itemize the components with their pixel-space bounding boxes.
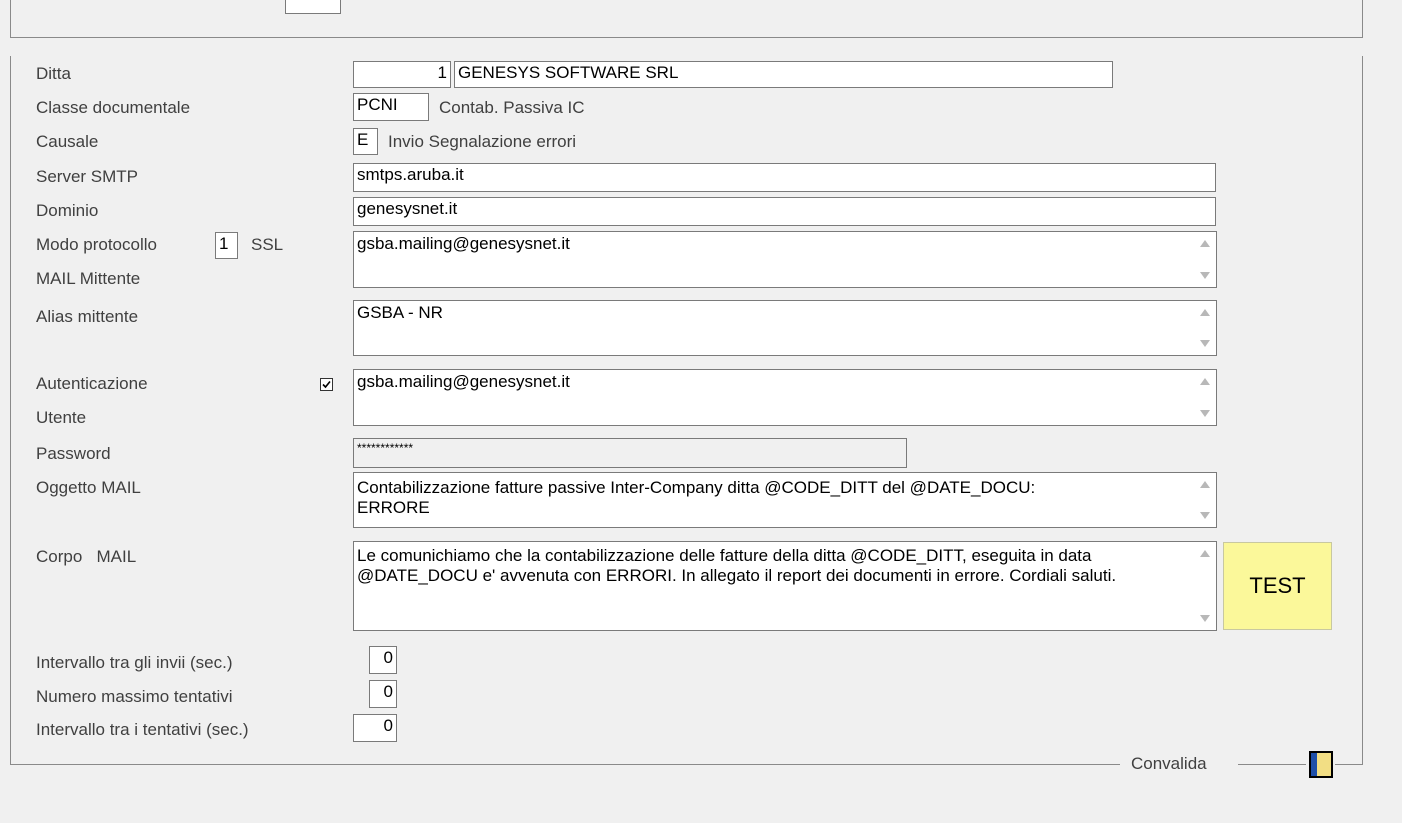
autenticazione-checkbox[interactable] [320,378,333,391]
top-frame-bottom-border [10,37,1363,38]
corpo-mail-label: Corpo MAIL [36,547,137,566]
scroll-up-icon[interactable] [1200,378,1210,385]
intervallo-tentativi-field[interactable]: 0 [353,714,397,742]
numero-tentativi-label: Numero massimo tentativi [36,687,233,706]
alias-mittente-label: Alias mittente [36,307,139,326]
group-right-border [1362,56,1363,765]
server-smtp-label: Server SMTP [36,167,139,186]
group-bottom-border-mid [1238,764,1306,765]
password-field[interactable]: ************ [353,438,907,468]
convalida-indicator-icon[interactable] [1309,751,1333,778]
scroll-up-icon[interactable] [1200,240,1210,247]
alias-mittente-text: GSBA - NR [357,303,443,322]
intervallo-invii-label: Intervallo tra gli invii (sec.) [36,653,233,672]
password-label: Password [36,444,111,463]
utente-label: Utente [36,408,87,427]
mail-mittente-label: MAIL Mittente [36,269,141,288]
scroll-down-icon[interactable] [1200,615,1210,622]
group-bottom-border-right [1335,764,1363,765]
autenticazione-label: Autenticazione [36,374,148,393]
utente-memo[interactable]: gsba.mailing@genesysnet.it [353,369,1217,426]
classe-documentale-label: Classe documentale [36,98,191,117]
checkmark-icon [322,380,331,389]
oggetto-mail-memo[interactable]: Contabilizzazione fatture passive Inter-… [353,472,1217,528]
scroll-down-icon[interactable] [1200,272,1210,279]
group-left-border [10,56,11,765]
top-frame-right-border [1362,0,1363,38]
modo-protocollo-field[interactable]: 1 [215,232,238,259]
group-bottom-border-left [10,764,1120,765]
classe-documentale-field[interactable]: PCNI [353,93,429,121]
convalida-label: Convalida [1131,754,1207,773]
causale-label: Causale [36,132,99,151]
oggetto-mail-text: Contabilizzazione fatture passive Inter-… [357,478,1036,517]
dominio-field[interactable]: genesysnet.it [353,197,1216,226]
ditta-code-field[interactable]: 1 [353,61,451,88]
top-frame-left-border [10,0,11,38]
modo-protocollo-label: Modo protocollo [36,235,157,254]
test-button[interactable]: TEST [1223,542,1332,630]
ditta-label: Ditta [36,64,71,83]
scroll-down-icon[interactable] [1200,340,1210,347]
server-smtp-field[interactable]: smtps.aruba.it [353,163,1216,192]
modo-protocollo-desc: SSL [251,235,284,254]
top-partial-field[interactable] [285,0,341,14]
numero-tentativi-field[interactable]: 0 [369,680,397,708]
scroll-up-icon[interactable] [1200,309,1210,316]
scroll-down-icon[interactable] [1200,512,1210,519]
dominio-label: Dominio [36,201,99,220]
causale-desc: Invio Segnalazione errori [388,132,577,151]
scroll-down-icon[interactable] [1200,410,1210,417]
ditta-name-field[interactable]: GENESYS SOFTWARE SRL [454,61,1113,88]
mail-mittente-memo[interactable]: gsba.mailing@genesysnet.it [353,231,1217,288]
intervallo-tentativi-label: Intervallo tra i tentativi (sec.) [36,720,249,739]
intervallo-invii-field[interactable]: 0 [369,646,397,674]
corpo-mail-text: Le comunichiamo che la contabilizzazione… [357,546,1117,585]
causale-field[interactable]: E [353,128,378,155]
alias-mittente-memo[interactable]: GSBA - NR [353,300,1217,356]
corpo-mail-memo[interactable]: Le comunichiamo che la contabilizzazione… [353,541,1217,631]
oggetto-mail-label: Oggetto MAIL [36,478,141,497]
mail-mittente-text: gsba.mailing@genesysnet.it [357,234,570,253]
utente-text: gsba.mailing@genesysnet.it [357,372,570,391]
scroll-up-icon[interactable] [1200,550,1210,557]
scroll-up-icon[interactable] [1200,481,1210,488]
classe-documentale-desc: Contab. Passiva IC [439,98,585,117]
